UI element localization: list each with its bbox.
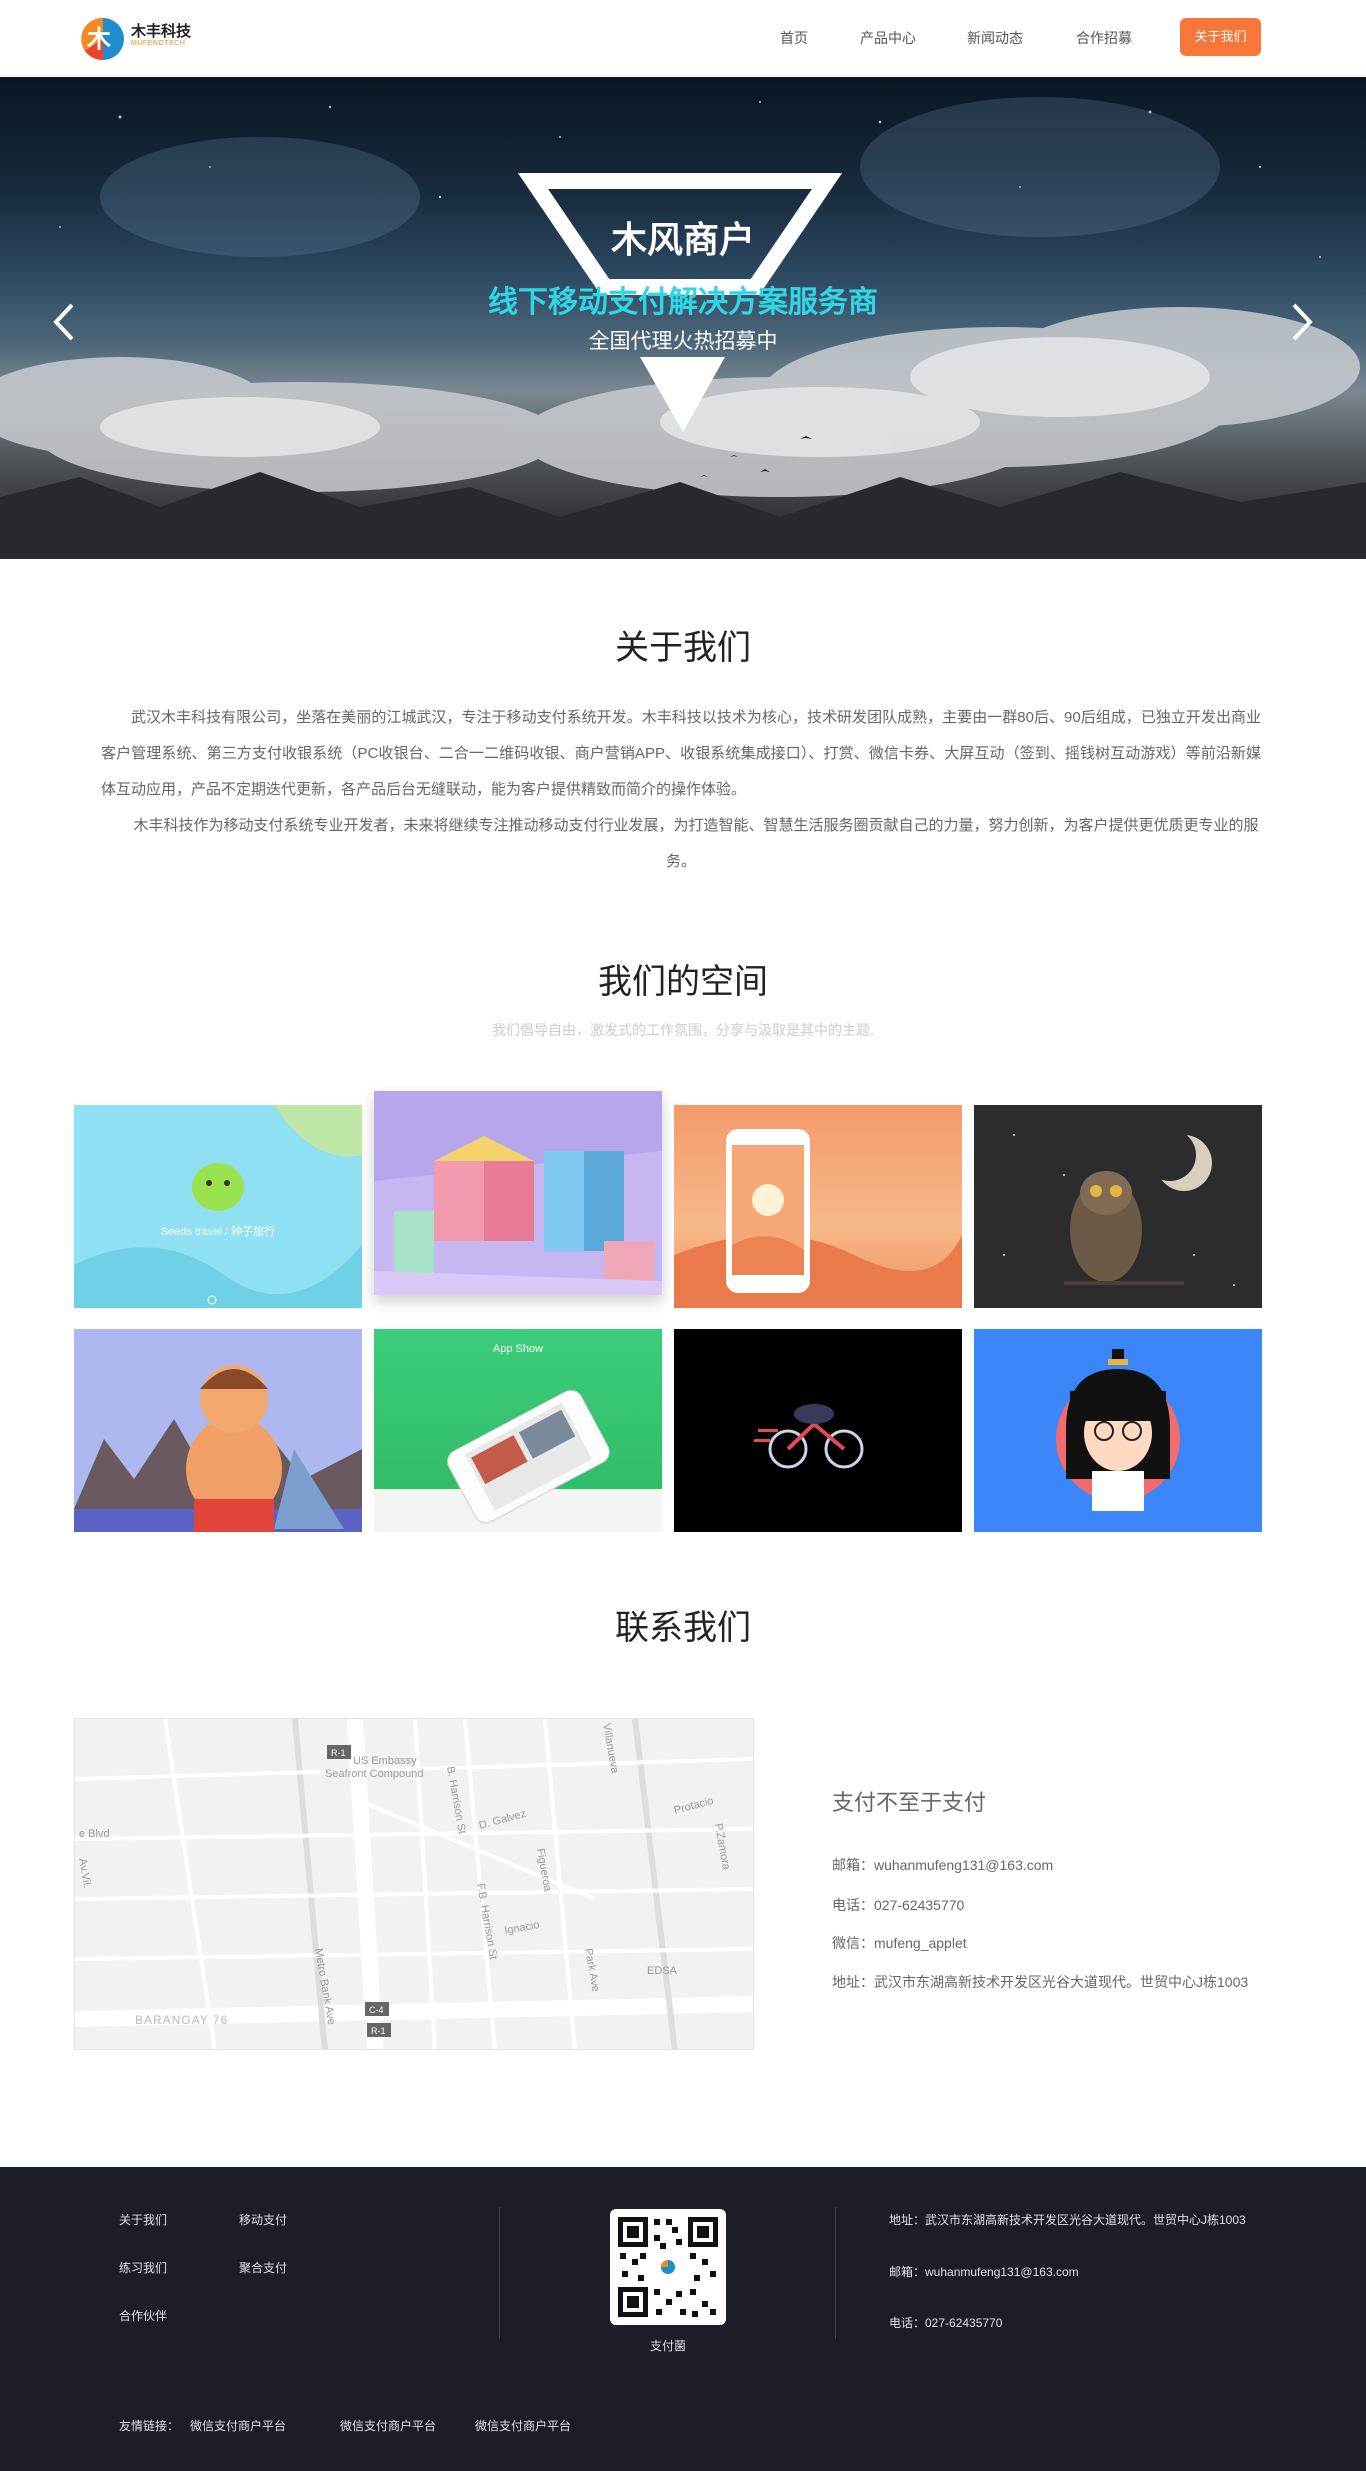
footer-address: 地址：武汉市东湖高新技术开发区光谷大道现代。世贸中心J栋1003: [889, 2213, 1246, 2227]
friend-link-2[interactable]: 微信支付商户平台: [340, 2417, 436, 2434]
logo-text: 木丰科技: [131, 23, 192, 40]
gallery-tile-app-show[interactable]: App Show: [374, 1329, 662, 1532]
svg-text:木: 木: [86, 26, 112, 53]
chevron-right-icon[interactable]: [1286, 299, 1316, 345]
chevron-left-icon[interactable]: [50, 299, 80, 345]
nav-home[interactable]: 首页: [780, 28, 808, 48]
about-text: 武汉木丰科技有限公司，坐落在美丽的江城武汉，专注于移动支付系统开发。木丰科技以技…: [101, 700, 1261, 880]
map-badge-r1-bottom: R-1: [371, 2026, 386, 2036]
banner-title: 木风商户: [610, 219, 755, 260]
nav-news[interactable]: 新闻动态: [967, 28, 1023, 48]
footer-divider-left: [499, 2207, 500, 2339]
footer-link-mobile-pay[interactable]: 移动支付: [239, 2211, 287, 2228]
footer-link-partners[interactable]: 合作伙伴: [119, 2307, 167, 2324]
qr-code-icon: [610, 2209, 726, 2325]
friend-link-1[interactable]: 微信支付商户平台: [190, 2417, 286, 2434]
tile-caption-app-show: App Show: [492, 1343, 544, 1355]
gallery-tile-isometric[interactable]: [374, 1091, 662, 1295]
contact-heading: 支付不至于支付: [832, 1790, 987, 1815]
about-title: 关于我们: [615, 629, 751, 667]
nav-recruit[interactable]: 合作招募: [1076, 28, 1132, 48]
map-badge-r1-top: R-1: [331, 1748, 346, 1758]
hero-banner: 木风商户 线下移动支付解决方案服务商 全国代理火热招募中: [0, 77, 1366, 559]
map-label-edsa: EDSA: [647, 1965, 678, 1977]
about-us-button[interactable]: 关于我们: [1180, 18, 1261, 56]
qr-label: 支付菌: [649, 2339, 686, 2353]
gallery-tile-seeds-travel[interactable]: Seeds travel / 种子旅行: [74, 1105, 362, 1308]
about-paragraph-2: 木丰科技作为移动支付系统专业开发者，未来将继续专注推动移动支付行业发展，为打造智…: [133, 817, 1259, 870]
footer-phone: 电话：027-62435770: [889, 2316, 1003, 2330]
banner-tagline: 全国代理火热招募中: [588, 330, 778, 353]
space-subtitle: 我们倡导自由，激发式的工作氛围，分享与汲取是其中的主题.: [492, 1022, 874, 1038]
contact-email: 邮箱：wuhanmufeng131@163.com: [832, 1857, 1054, 1873]
space-title: 我们的空间: [598, 963, 768, 1001]
contact-phone: 电话：027-62435770: [832, 1897, 965, 1913]
friend-links-label: 友情链接：: [119, 2419, 180, 2433]
tile-caption: Seeds travel / 种子旅行: [160, 1226, 276, 1238]
gallery-tile-cartoon-man[interactable]: [74, 1329, 362, 1532]
gallery-tile-cyclist[interactable]: [674, 1329, 962, 1532]
footer-link-aggregate-pay[interactable]: 聚合支付: [239, 2259, 287, 2276]
footer-link-contact[interactable]: 练习我们: [119, 2259, 167, 2276]
gallery-tile-desert-phone[interactable]: [674, 1105, 962, 1308]
map-label-barangay: BARANGAY 76: [135, 2013, 228, 2027]
nav-products[interactable]: 产品中心: [860, 28, 916, 48]
header: 木 木丰科技 MUFENGTECH 首页 产品中心 新闻动态 合作招募 关于我们: [0, 0, 1366, 76]
gallery-tile-avatar-girl[interactable]: [974, 1329, 1262, 1532]
about-paragraph-1: 武汉木丰科技有限公司，坐落在美丽的江城武汉，专注于移动支付系统开发。木丰科技以技…: [101, 709, 1261, 798]
logo-icon[interactable]: 木: [73, 11, 125, 65]
friend-link-3[interactable]: 微信支付商户平台: [475, 2417, 571, 2434]
gallery-tile-owl[interactable]: [974, 1105, 1262, 1308]
contact-wechat: 微信：mufeng_applet: [832, 1935, 967, 1951]
map-badge-c4: C-4: [369, 2005, 384, 2015]
footer-email: 邮箱：wuhanmufeng131@163.com: [889, 2265, 1079, 2279]
logo-subtitle: MUFENGTECH: [131, 40, 186, 47]
map[interactable]: US Embassy Seafront Compound B. Harrison…: [74, 1718, 754, 2050]
footer-link-about[interactable]: 关于我们: [119, 2211, 167, 2228]
banner-subtitle: 线下移动支付解决方案服务商: [488, 286, 878, 319]
footer: 关于我们 移动支付 练习我们 聚合支付 合作伙伴 支付菌 地址：武汉市东湖高新技…: [0, 2167, 1366, 2471]
map-label-us-embassy: US Embassy: [353, 1755, 417, 1767]
map-label-blvd: e Blvd: [79, 1828, 110, 1840]
footer-divider-right: [835, 2207, 836, 2339]
contact-title: 联系我们: [615, 1609, 751, 1647]
contact-address: 地址：武汉市东湖高新技术开发区光谷大道现代。世贸中心J栋1003: [832, 1974, 1249, 1990]
map-label-seafront-compound: Seafront Compound: [325, 1768, 423, 1780]
